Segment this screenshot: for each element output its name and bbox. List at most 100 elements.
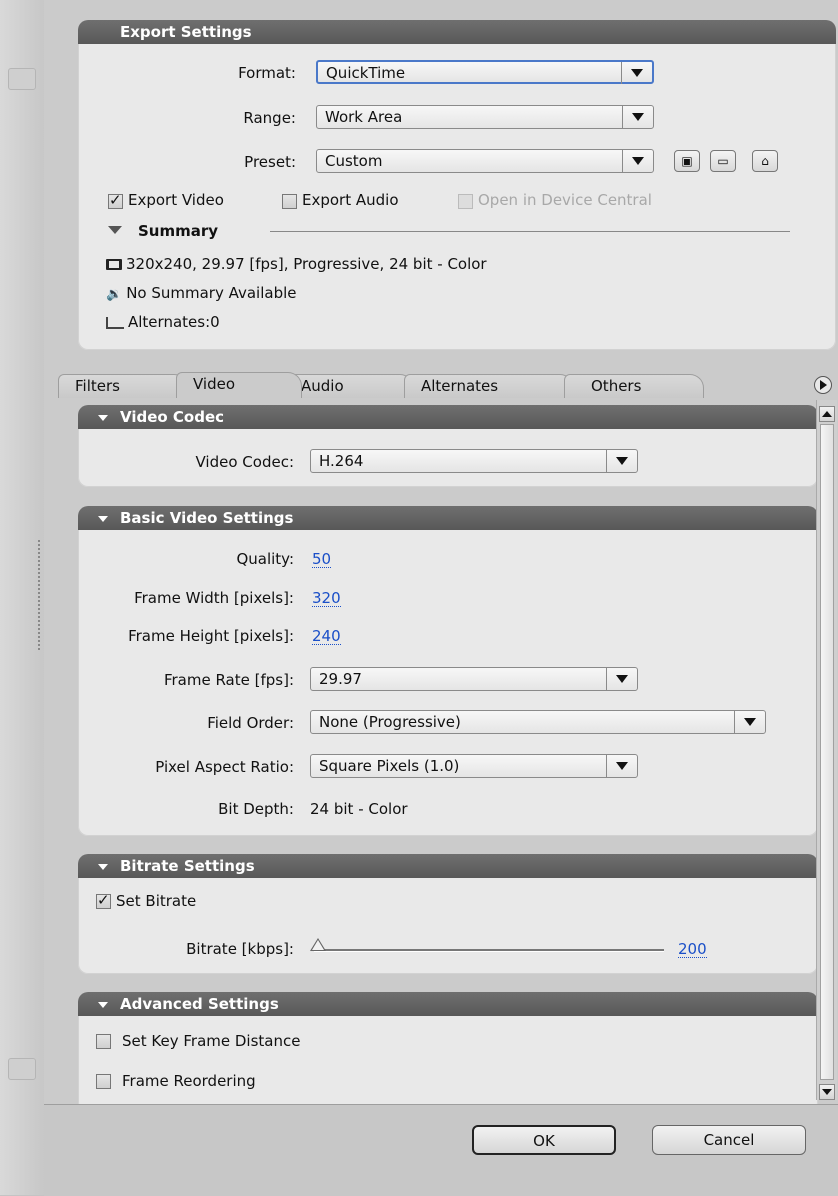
scroll-thumb[interactable] [820, 424, 834, 1080]
frame-reordering-label: Frame Reordering [122, 1072, 256, 1090]
export-audio-label: Export Audio [302, 191, 399, 209]
export-settings-header: Export Settings [78, 20, 836, 44]
video-codec-dropdown[interactable]: H.264 [310, 449, 638, 473]
tab-filters[interactable]: Filters [58, 374, 188, 398]
export-video-checkbox[interactable] [108, 191, 123, 209]
preset-value: Custom [325, 152, 383, 170]
advanced-title: Advanced Settings [120, 995, 279, 1013]
range-value: Work Area [325, 108, 403, 126]
collapse-triangle-icon [98, 1001, 108, 1008]
vertical-scrollbar[interactable] [816, 400, 837, 1100]
export-settings-title: Export Settings [120, 23, 252, 41]
video-codec-header[interactable]: Video Codec [78, 405, 818, 429]
frame-reordering-checkbox[interactable] [96, 1074, 111, 1089]
key-frame-distance-label: Set Key Frame Distance [122, 1032, 301, 1050]
summary-video-row: 320x240, 29.97 [fps], Progressive, 24 bi… [106, 255, 487, 273]
tab-others[interactable]: Others [564, 374, 704, 398]
delete-preset-button[interactable]: ⌂ [752, 150, 778, 172]
chevron-down-icon [606, 755, 637, 777]
video-codec-title: Video Codec [120, 408, 225, 426]
panel-collapse-handle-bottom[interactable] [8, 1058, 36, 1080]
bitrate-value[interactable]: 200 [678, 941, 707, 958]
scroll-down-button[interactable] [819, 1084, 835, 1100]
pixel-aspect-ratio-dropdown[interactable]: Square Pixels (1.0) [310, 754, 638, 778]
film-icon [106, 259, 122, 270]
tab-video[interactable]: Video [176, 372, 302, 398]
settings-tabs: Filters Audio Alternates Others Video [44, 372, 838, 398]
cancel-button-label: Cancel [703, 1131, 755, 1149]
summary-collapse-icon[interactable] [108, 222, 122, 234]
tab-audio[interactable]: Audio [284, 374, 414, 398]
bit-depth-label: Bit Depth: [218, 800, 294, 818]
tab-alternates-label: Alternates [421, 377, 499, 395]
bit-depth-value: 24 bit - Color [310, 800, 408, 818]
export-audio-checkbox[interactable] [282, 194, 297, 209]
dialog-footer: OK Cancel [44, 1104, 838, 1196]
export-dialog-body: Export Settings Format: QuickTime Range:… [44, 0, 838, 1112]
pixel-aspect-ratio-label: Pixel Aspect Ratio: [155, 758, 294, 776]
tab-filters-label: Filters [75, 377, 120, 395]
chevron-down-icon [606, 668, 637, 690]
scroll-up-button[interactable] [819, 406, 835, 422]
device-central-label: Open in Device Central [478, 191, 652, 209]
chevron-down-icon [606, 450, 637, 472]
frame-rate-dropdown[interactable]: 29.97 [310, 667, 638, 691]
folder-icon: ▭ [717, 154, 729, 168]
collapse-triangle-icon [98, 414, 108, 421]
bitrate-slider-thumb[interactable] [310, 938, 326, 951]
speaker-icon: 🔉 [106, 287, 123, 302]
ok-button-label: OK [533, 1132, 555, 1150]
range-dropdown[interactable]: Work Area [316, 105, 654, 129]
chevron-down-icon [622, 150, 653, 172]
summary-heading: Summary [138, 222, 219, 240]
collapse-triangle-icon [98, 515, 108, 522]
summary-video-text: 320x240, 29.97 [fps], Progressive, 24 bi… [126, 255, 487, 273]
pixel-aspect-ratio-value: Square Pixels (1.0) [319, 757, 460, 775]
floppy-disk-icon: ▣ [681, 154, 693, 168]
tab-scroll-button[interactable] [814, 376, 832, 394]
key-frame-distance-checkbox[interactable] [96, 1034, 111, 1049]
device-central-checkbox [458, 194, 473, 209]
video-codec-panel: Video Codec [78, 405, 818, 487]
tab-video-label: Video [193, 375, 236, 393]
frame-rate-value: 29.97 [319, 670, 362, 688]
bitrate-header[interactable]: Bitrate Settings [78, 854, 818, 878]
tab-others-label: Others [591, 377, 642, 395]
summary-divider [270, 231, 790, 232]
summary-alternates-row: Alternates:0 [106, 313, 220, 331]
range-label: Range: [243, 109, 296, 127]
field-order-label: Field Order: [207, 714, 294, 732]
export-video-label: Export Video [128, 191, 224, 209]
frame-width-label: Frame Width [pixels]: [134, 589, 294, 607]
quality-label: Quality: [236, 550, 294, 568]
format-dropdown[interactable]: QuickTime [316, 60, 654, 84]
frame-height-value[interactable]: 240 [312, 628, 341, 645]
advanced-panel: Advanced Settings [78, 992, 818, 1112]
basic-video-header[interactable]: Basic Video Settings [78, 506, 818, 530]
summary-alternates-text: Alternates:0 [128, 313, 220, 331]
quality-value[interactable]: 50 [312, 551, 332, 568]
import-preset-button[interactable]: ▭ [710, 150, 736, 172]
advanced-header[interactable]: Advanced Settings [78, 992, 818, 1016]
bitrate-label: Bitrate [kbps]: [186, 940, 294, 958]
save-preset-button[interactable]: ▣ [674, 150, 700, 172]
left-panel-strip [0, 0, 45, 1195]
cancel-button[interactable]: Cancel [652, 1125, 806, 1155]
bitrate-slider-track[interactable] [314, 949, 664, 952]
frame-width-value[interactable]: 320 [312, 590, 341, 607]
tab-alternates[interactable]: Alternates [404, 374, 574, 398]
summary-audio-row: 🔉 No Summary Available [106, 284, 297, 302]
trash-icon: ⌂ [761, 154, 769, 168]
summary-audio-text: No Summary Available [126, 284, 297, 302]
field-order-value: None (Progressive) [319, 713, 461, 731]
format-value: QuickTime [326, 64, 406, 82]
play-arrow-icon [820, 380, 827, 390]
set-bitrate-label: Set Bitrate [116, 892, 197, 910]
ok-button[interactable]: OK [472, 1125, 616, 1155]
preset-dropdown[interactable]: Custom [316, 149, 654, 173]
panel-collapse-handle-top[interactable] [8, 68, 36, 90]
set-bitrate-checkbox[interactable] [96, 891, 111, 909]
field-order-dropdown[interactable]: None (Progressive) [310, 710, 766, 734]
frame-height-label: Frame Height [pixels]: [128, 627, 294, 645]
collapse-triangle-icon [98, 863, 108, 870]
